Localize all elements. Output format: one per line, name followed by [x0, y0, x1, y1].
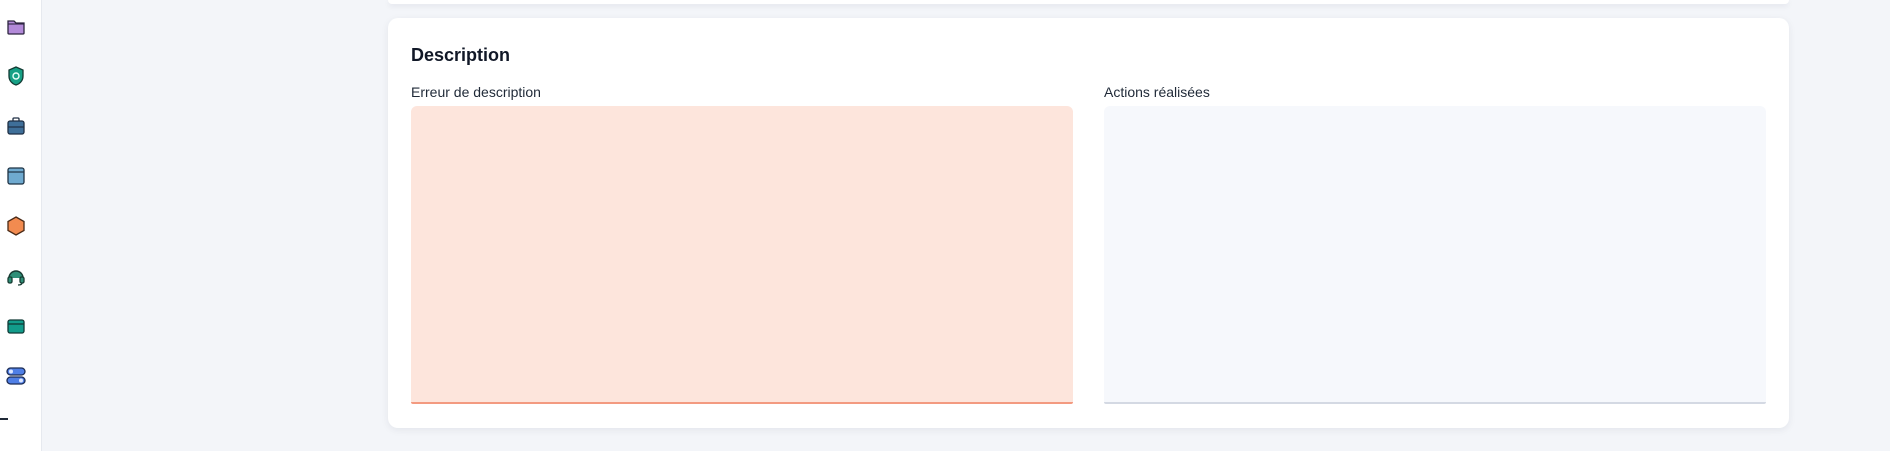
hexagon-icon[interactable]: [5, 215, 27, 237]
window-icon[interactable]: [5, 165, 27, 187]
actions-label: Actions réalisées: [1104, 84, 1210, 100]
card-icon[interactable]: [5, 315, 27, 337]
sidebar: [0, 0, 42, 451]
error-description-label: Erreur de description: [411, 84, 541, 100]
actions-textarea[interactable]: [1104, 106, 1766, 404]
error-description-textarea[interactable]: [411, 106, 1073, 404]
active-indicator: [0, 418, 8, 420]
headset-icon[interactable]: [5, 265, 27, 287]
previous-card-edge: [388, 0, 1789, 4]
description-card: Description Erreur de description Action…: [388, 18, 1789, 428]
shield-icon[interactable]: [5, 65, 27, 87]
folder-icon[interactable]: [5, 15, 27, 37]
toggle-icon[interactable]: [5, 365, 27, 387]
briefcase-icon[interactable]: [5, 115, 27, 137]
card-title: Description: [411, 45, 511, 65]
